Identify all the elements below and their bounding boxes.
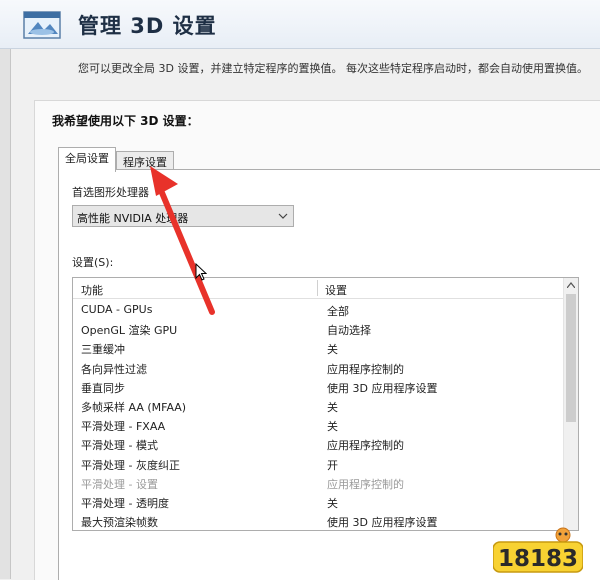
mouse-cursor-icon xyxy=(195,263,207,281)
feature-name: OpenGL 渲染 GPU xyxy=(81,324,178,338)
feature-name: 三重缓冲 xyxy=(81,343,125,357)
chevron-down-icon xyxy=(278,213,288,219)
table-row[interactable]: 垂直同步 使用 3D 应用程序设置 xyxy=(73,377,565,396)
feature-value: 关 xyxy=(327,343,338,357)
panel-heading: 我希望使用以下 3D 设置： xyxy=(52,114,199,128)
feature-value: 关 xyxy=(327,400,338,414)
tab-global-settings[interactable]: 全局设置 xyxy=(58,147,116,172)
settings-label: 设置(S): xyxy=(72,256,114,269)
feature-value: 应用程序控制的 xyxy=(327,477,404,491)
feature-name: 平滑处理 - 模式 xyxy=(81,439,158,453)
feature-name: 平滑处理 - 灰度纠正 xyxy=(81,458,180,472)
feature-value: 使用 3D 应用程序设置 xyxy=(327,381,438,395)
table-row[interactable]: 平滑处理 - 模式 应用程序控制的 xyxy=(73,434,565,453)
site-watermark-logo: 18183 xyxy=(492,525,584,575)
table-row[interactable]: CUDA - GPUs 全部 xyxy=(73,300,565,319)
feature-name: 垂直同步 xyxy=(81,381,125,395)
table-row[interactable]: OpenGL 渲染 GPU 自动选择 xyxy=(73,319,565,338)
feature-name: 平滑处理 - 设置 xyxy=(81,477,158,491)
table-row[interactable]: 平滑处理 - FXAA 关 xyxy=(73,415,565,434)
feature-name: 最大预渲染帧数 xyxy=(81,516,158,530)
settings-list: 功能 设置 CUDA - GPUs 全部 OpenGL 渲染 GPU 自动选择 三重… xyxy=(72,277,579,531)
page-description: 您可以更改全局 3D 设置，并建立特定程序的置换值。 每次这些特定程序启动时，都… xyxy=(78,62,588,75)
watermark-text: 18183 xyxy=(498,546,578,572)
feature-name: 各向异性过滤 xyxy=(81,362,147,376)
table-row-disabled: 平滑处理 - 设置 应用程序控制的 xyxy=(73,473,565,492)
page-header: 管理 3D 设置 xyxy=(0,0,600,49)
table-row[interactable]: 平滑处理 - 透明度 关 xyxy=(73,492,565,511)
scroll-thumb[interactable] xyxy=(566,294,576,422)
column-header-feature[interactable]: 功能 xyxy=(81,282,103,298)
preferred-gpu-value: 高性能 NVIDIA 处理器 xyxy=(77,212,189,225)
feature-name: 平滑处理 - FXAA xyxy=(81,420,166,434)
feature-value: 应用程序控制的 xyxy=(327,439,404,453)
feature-name: 多帧采样 AA (MFAA) xyxy=(81,400,187,414)
feature-name: 平滑处理 - 透明度 xyxy=(81,496,169,510)
column-divider[interactable] xyxy=(317,280,318,296)
feature-value: 开 xyxy=(327,458,338,472)
column-header-setting[interactable]: 设置 xyxy=(325,282,347,298)
table-row[interactable]: 各向异性过滤 应用程序控制的 xyxy=(73,358,565,377)
nvidia-3d-settings-icon xyxy=(23,11,61,39)
table-row[interactable]: 平滑处理 - 灰度纠正 开 xyxy=(73,454,565,473)
table-row[interactable]: 最大预渲染帧数 使用 3D 应用程序设置 xyxy=(73,511,565,530)
page-title: 管理 3D 设置 xyxy=(78,14,217,38)
settings-rows: CUDA - GPUs 全部 OpenGL 渲染 GPU 自动选择 三重缓冲关 各向… xyxy=(73,300,565,530)
table-row[interactable]: 三重缓冲 关 xyxy=(73,338,565,357)
feature-value: 关 xyxy=(327,496,338,510)
feature-value: 自动选择 xyxy=(327,324,371,338)
feature-value: 全部 xyxy=(327,305,349,318)
preferred-gpu-select[interactable]: 高性能 NVIDIA 处理器 xyxy=(72,205,294,227)
feature-value: 使用 3D 应用程序设置 xyxy=(327,516,438,530)
feature-value: 关 xyxy=(327,420,338,434)
feature-value: 应用程序控制的 xyxy=(327,362,404,376)
list-header: 功能 设置 xyxy=(73,278,565,299)
preferred-gpu-label: 首选图形处理器 xyxy=(72,186,149,199)
feature-name: CUDA - GPUs xyxy=(81,303,153,316)
list-scrollbar[interactable] xyxy=(563,278,578,530)
table-row[interactable]: 多帧采样 AA (MFAA) 关 xyxy=(73,396,565,415)
scroll-up-arrow-icon[interactable] xyxy=(567,282,575,288)
window-left-edge xyxy=(0,0,11,579)
